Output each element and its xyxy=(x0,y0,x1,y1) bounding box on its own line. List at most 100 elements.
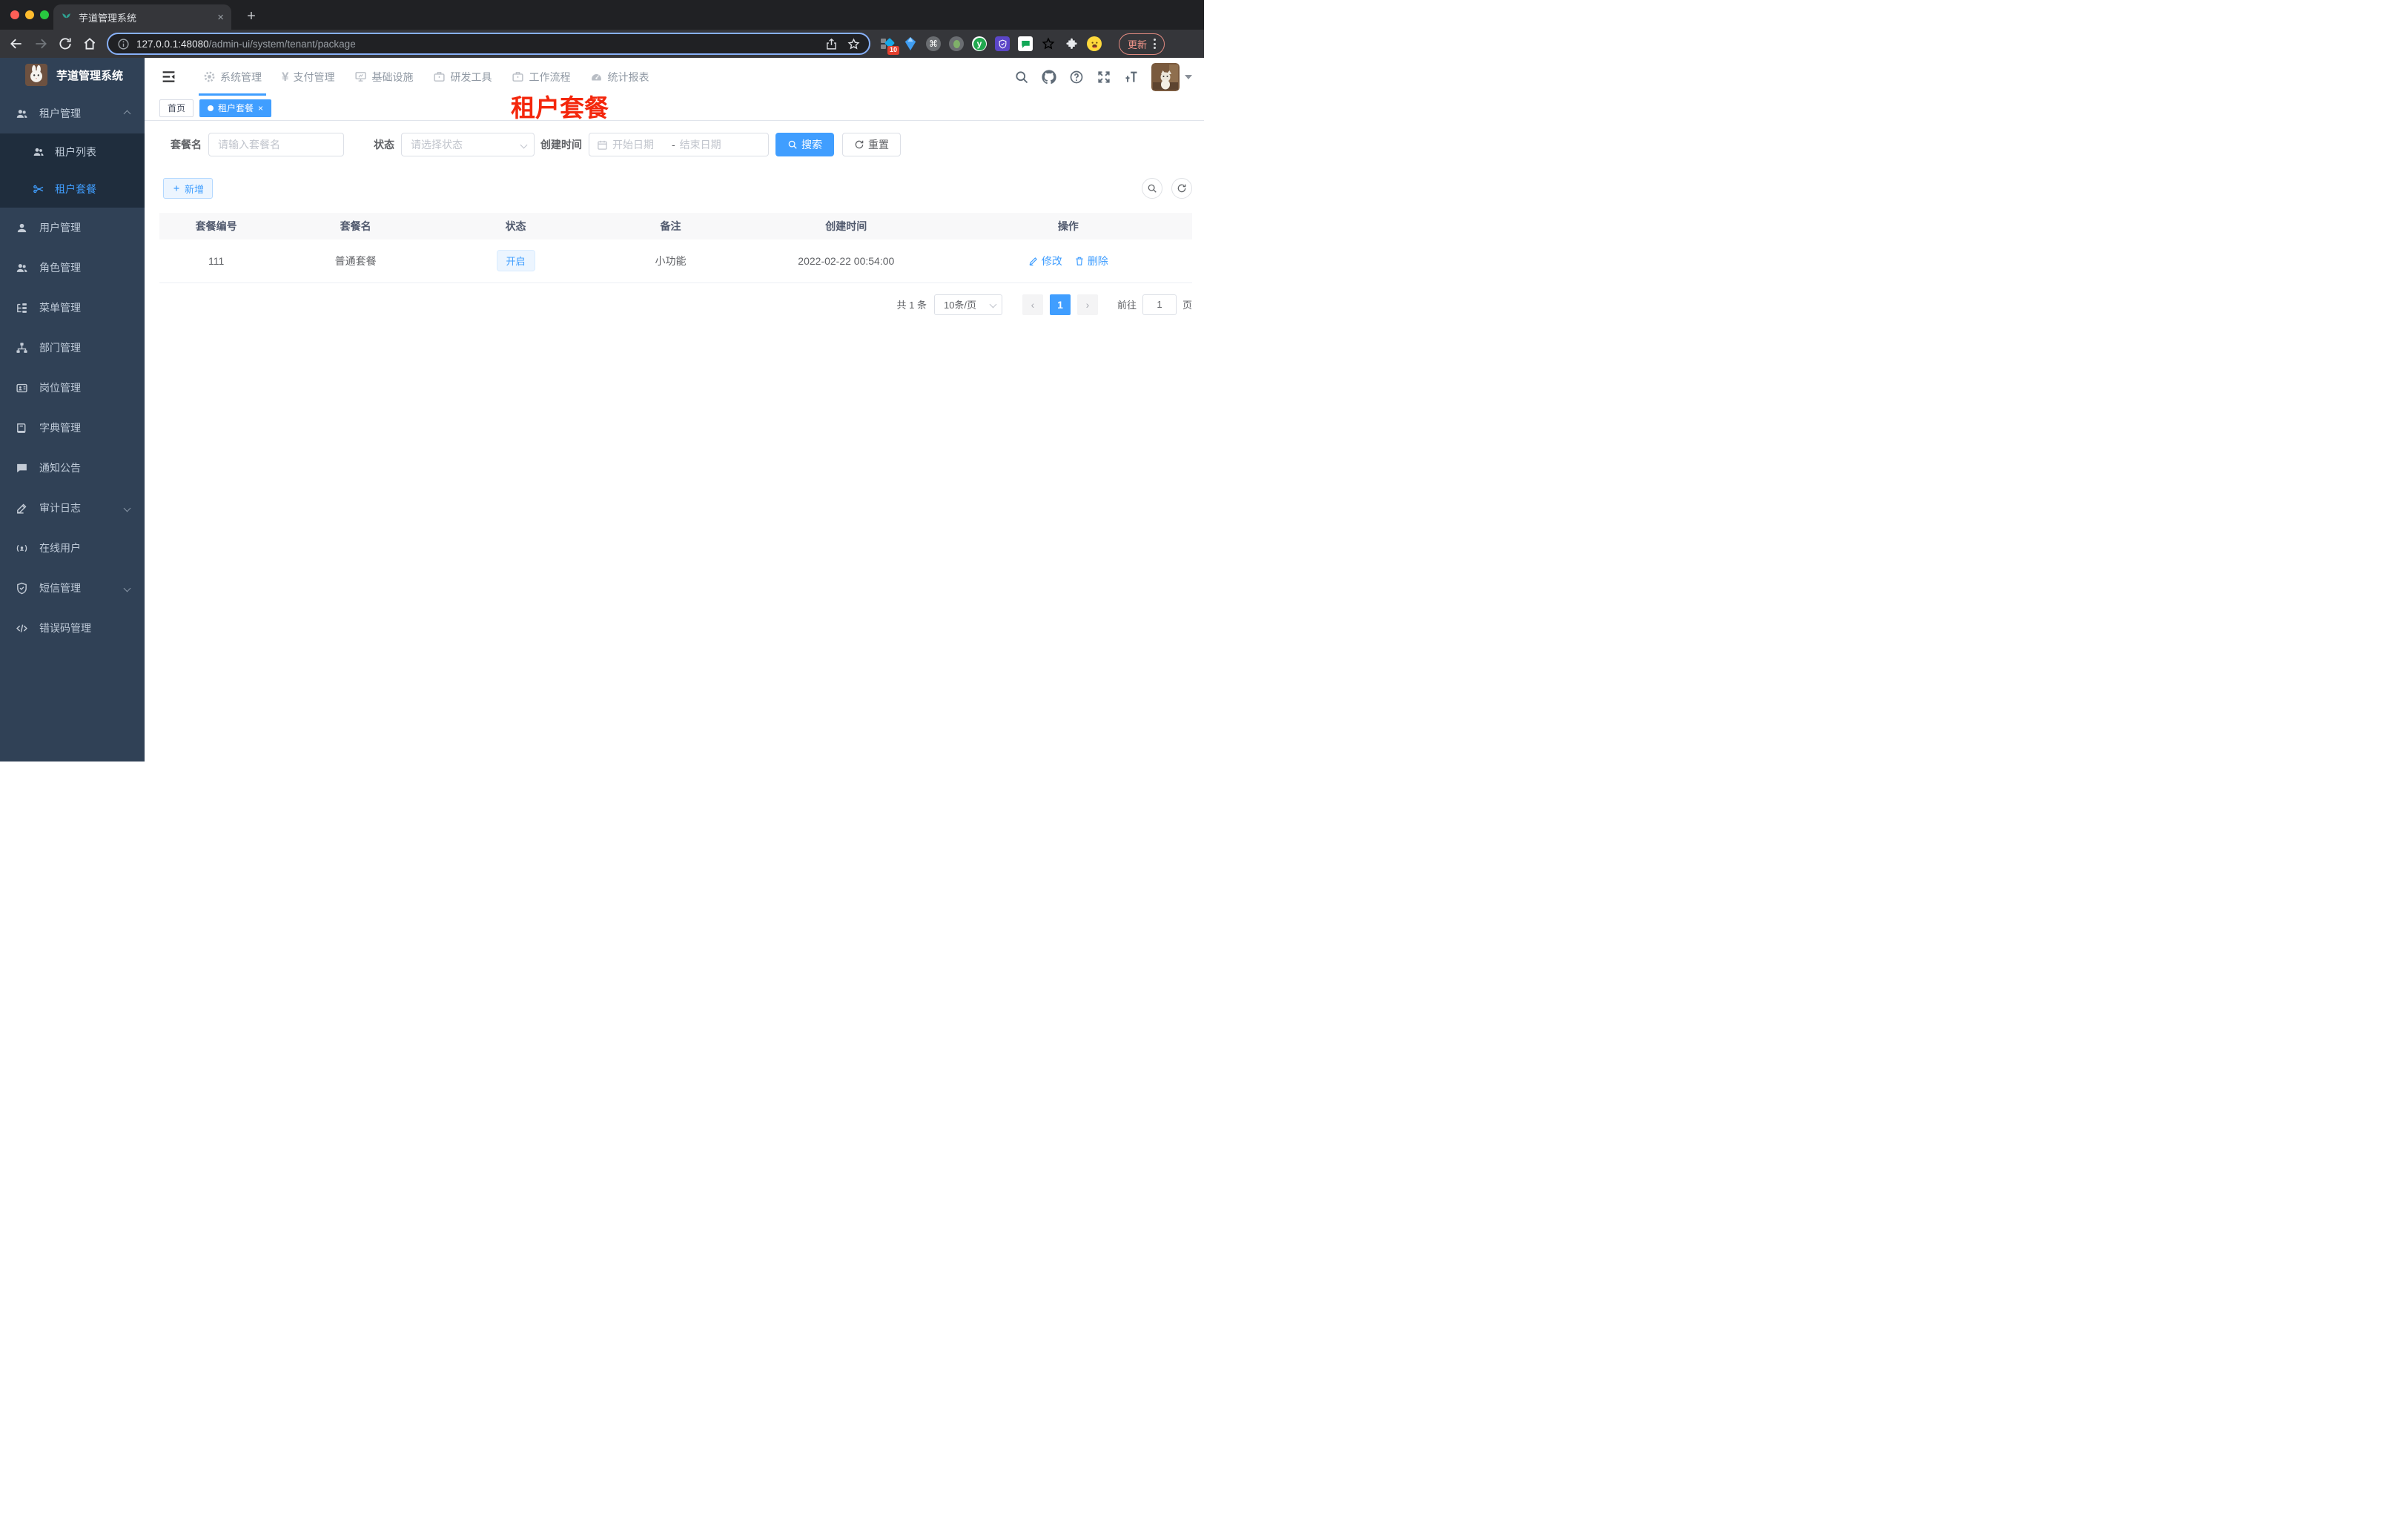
extension-recorder-icon[interactable] xyxy=(949,36,964,51)
page-size-select[interactable]: 10条/页 xyxy=(933,294,1002,315)
sidebar-item-dept-management[interactable]: 部门管理 xyxy=(0,328,145,368)
tab-close-icon[interactable]: × xyxy=(217,12,224,23)
start-date-input[interactable] xyxy=(612,139,667,151)
extension-gem-icon[interactable] xyxy=(903,36,918,51)
search-button[interactable]: 搜索 xyxy=(775,133,834,156)
extension-shield-icon[interactable] xyxy=(995,36,1010,51)
people-icon xyxy=(33,146,44,158)
refresh-icon xyxy=(1177,183,1187,194)
badge-icon xyxy=(16,382,28,394)
tag-close-icon[interactable]: × xyxy=(258,104,263,113)
url-text[interactable]: 127.0.0.1:48080/admin-ui/system/tenant/p… xyxy=(136,39,818,50)
browser-tab[interactable]: 芋道管理系统 × xyxy=(53,4,231,30)
pagination: 共 1 条 10条/页 ‹ 1 › 前往 页 xyxy=(159,294,1192,315)
header-actions xyxy=(1014,63,1192,91)
shield-icon xyxy=(16,582,28,595)
search-icon xyxy=(1147,183,1157,194)
extension-y-icon[interactable]: y xyxy=(972,36,987,51)
sidebar-item-menu-management[interactable]: 菜单管理 xyxy=(0,288,145,328)
sidebar-item-audit-log[interactable]: 审计日志 xyxy=(0,488,145,528)
window-close-button[interactable] xyxy=(10,10,19,19)
chevron-down-icon xyxy=(123,584,131,592)
app-header: 系统管理 ¥ 支付管理 基础设施 研发工具 工作流程 统计报表 xyxy=(145,58,1204,96)
sidebar-collapse-icon[interactable] xyxy=(161,69,176,85)
yen-icon: ¥ xyxy=(282,70,289,84)
sidebar-item-sms-management[interactable]: 短信管理 xyxy=(0,568,145,608)
nav-item-dev-tools[interactable]: 研发工具 xyxy=(424,58,500,96)
extension-command-icon[interactable]: ⌘ xyxy=(926,36,941,51)
forward-icon[interactable] xyxy=(33,36,48,51)
caret-down-icon xyxy=(1185,74,1192,79)
status-select[interactable]: 请选择状态 xyxy=(401,133,535,156)
window-zoom-button[interactable] xyxy=(40,10,49,19)
browser-tab-strip: 芋道管理系统 × + xyxy=(0,0,1204,30)
nav-item-reports[interactable]: 统计报表 xyxy=(581,58,658,96)
sidebar-item-tenant-package[interactable]: 租户套餐 xyxy=(0,171,145,208)
help-icon[interactable] xyxy=(1069,70,1084,85)
refresh-table-button[interactable] xyxy=(1171,178,1192,199)
cell-package-name: 普通套餐 xyxy=(273,239,439,283)
end-date-input[interactable] xyxy=(679,139,735,151)
goto-page-input[interactable] xyxy=(1142,294,1177,315)
update-label: 更新 xyxy=(1128,39,1148,50)
header-status: 状态 xyxy=(438,213,594,239)
add-button[interactable]: 新增 xyxy=(163,178,214,199)
briefcase-icon xyxy=(512,70,524,83)
toggle-search-button[interactable] xyxy=(1142,178,1162,199)
sidebar-item-user-management[interactable]: 用户管理 xyxy=(0,208,145,248)
cell-create-time: 2022-02-22 00:54:00 xyxy=(747,239,945,283)
edit-link[interactable]: 修改 xyxy=(1028,254,1062,268)
new-tab-button[interactable]: + xyxy=(242,7,261,26)
github-icon[interactable] xyxy=(1042,70,1056,85)
back-icon[interactable] xyxy=(9,36,24,51)
window-minimize-button[interactable] xyxy=(25,10,34,19)
sidebar-item-tenant-management[interactable]: 租户管理 xyxy=(0,93,145,133)
sidebar-item-post-management[interactable]: 岗位管理 xyxy=(0,368,145,408)
nav-item-workflow[interactable]: 工作流程 xyxy=(503,58,579,96)
address-bar[interactable]: 127.0.0.1:48080/admin-ui/system/tenant/p… xyxy=(107,33,870,55)
next-page-button[interactable]: › xyxy=(1076,294,1098,315)
page-unit-label: 页 xyxy=(1182,300,1192,311)
sidebar-item-dict-management[interactable]: 字典管理 xyxy=(0,408,145,448)
extension-chat-icon[interactable] xyxy=(1018,36,1033,51)
bookmark-star-icon[interactable] xyxy=(847,38,860,50)
font-size-icon[interactable] xyxy=(1124,70,1139,85)
tag-tenant-package[interactable]: 租户套餐 × xyxy=(199,99,272,117)
sidebar-item-error-code[interactable]: 错误码管理 xyxy=(0,608,145,648)
sidebar-submenu-tenant: 租户列表 租户套餐 xyxy=(0,133,145,208)
extensions-puzzle-icon[interactable] xyxy=(1064,36,1079,51)
site-info-icon[interactable] xyxy=(117,38,130,50)
browser-menu-icon[interactable] xyxy=(1154,39,1157,49)
sidebar-item-role-management[interactable]: 角色管理 xyxy=(0,248,145,288)
prev-page-button[interactable]: ‹ xyxy=(1022,294,1043,315)
filter-form: 套餐名 状态 请选择状态 创建时间 - xyxy=(159,133,1192,156)
trash-icon xyxy=(1074,256,1085,266)
org-chart-icon xyxy=(16,342,28,354)
sidebar-logo[interactable]: 芋道管理系统 xyxy=(0,58,145,92)
search-icon[interactable] xyxy=(1014,70,1029,85)
home-icon[interactable] xyxy=(82,36,97,51)
create-time-range-picker[interactable]: - xyxy=(589,133,769,156)
delete-link[interactable]: 删除 xyxy=(1074,254,1108,268)
sidebar-item-online-users[interactable]: 在线用户 xyxy=(0,528,145,568)
logo-rabbit-icon xyxy=(25,64,47,86)
status-toggle-tag[interactable]: 开启 xyxy=(496,250,535,272)
nav-item-system[interactable]: 系统管理 xyxy=(194,58,271,96)
reload-icon[interactable] xyxy=(58,36,73,51)
sidebar-item-notice[interactable]: 通知公告 xyxy=(0,448,145,488)
browser-update-button[interactable]: 更新 xyxy=(1119,33,1165,55)
tag-home[interactable]: 首页 xyxy=(159,99,194,117)
user-menu[interactable] xyxy=(1151,63,1192,91)
extension-tampermonkey-icon[interactable]: 10 xyxy=(880,36,899,55)
nav-item-infrastructure[interactable]: 基础设施 xyxy=(345,58,422,96)
fullscreen-icon[interactable] xyxy=(1096,70,1111,85)
header-remark: 备注 xyxy=(593,213,748,239)
sidebar-item-tenant-list[interactable]: 租户列表 xyxy=(0,133,145,171)
nav-item-payment[interactable]: ¥ 支付管理 xyxy=(273,58,343,96)
extension-star-icon[interactable] xyxy=(1041,36,1056,51)
page-number-1[interactable]: 1 xyxy=(1049,294,1071,315)
share-icon[interactable] xyxy=(825,38,838,50)
reset-button[interactable]: 重置 xyxy=(842,133,901,156)
extension-emoji-icon[interactable] xyxy=(1087,36,1102,51)
package-name-input[interactable] xyxy=(208,133,344,156)
